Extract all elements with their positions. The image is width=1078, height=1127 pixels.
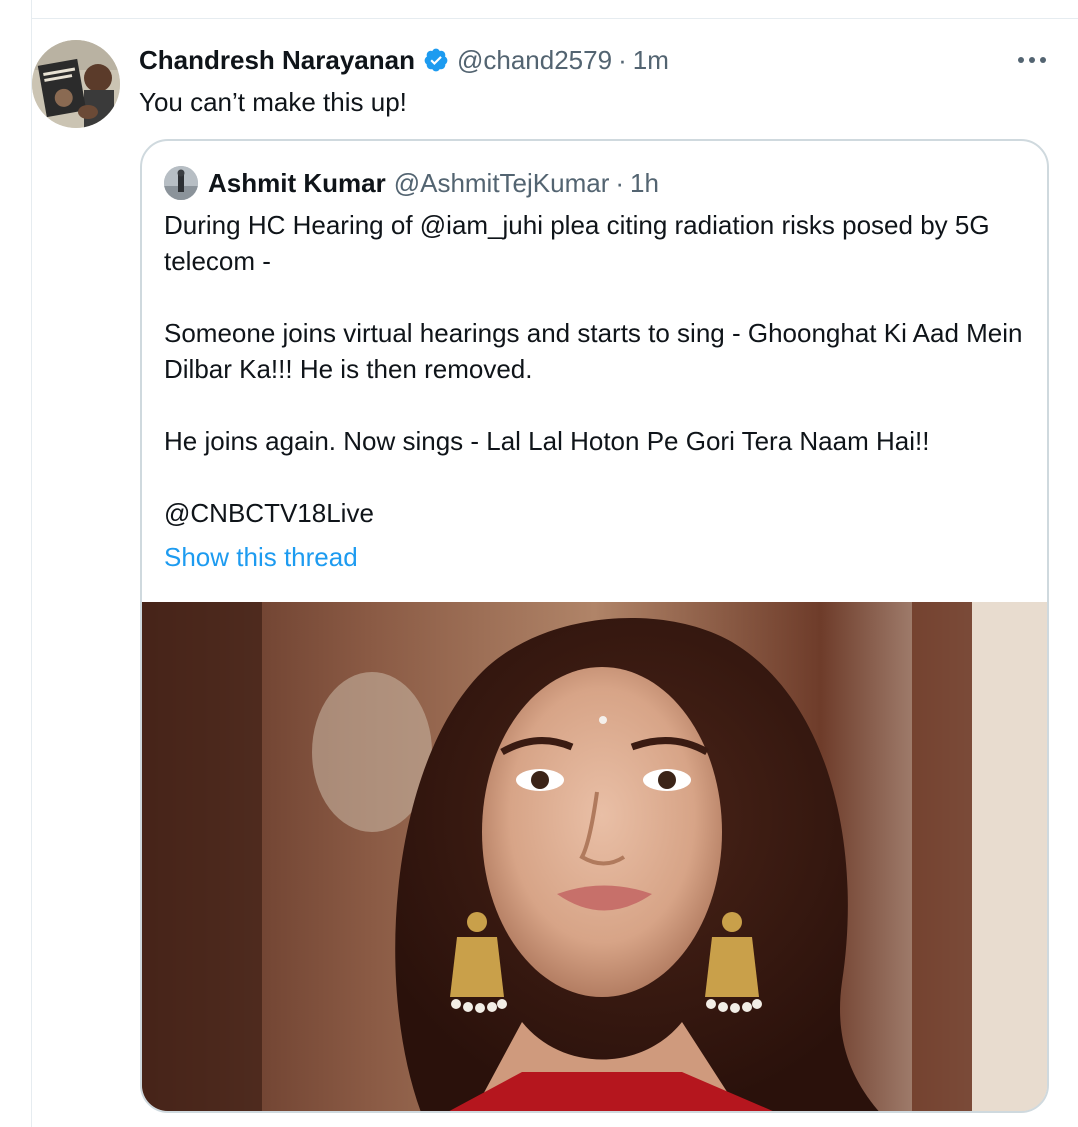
quoted-author-avatar bbox=[164, 166, 198, 200]
tweet-text: You can’t make this up! bbox=[139, 87, 407, 117]
author-name[interactable]: Chandresh Narayanan bbox=[139, 45, 415, 76]
quoted-tweet[interactable]: Ashmit Kumar @AshmitTejKumar · 1h During… bbox=[140, 139, 1049, 1113]
separator-dot: · bbox=[615, 167, 625, 198]
quoted-tweet-text: During HC Hearing of @iam_juhi plea citi… bbox=[164, 210, 1023, 528]
quoted-tweet-timestamp[interactable]: 1h bbox=[630, 168, 659, 199]
show-thread-link[interactable]: Show this thread bbox=[164, 539, 358, 575]
divider bbox=[31, 0, 32, 1127]
more-options-icon[interactable] bbox=[1014, 46, 1050, 74]
tweet-card: Chandresh Narayanan @chand2579 · 1m You … bbox=[0, 0, 1078, 1127]
author-handle[interactable]: @chand2579 bbox=[457, 45, 612, 76]
separator-dot: · bbox=[618, 44, 627, 75]
quoted-author-name[interactable]: Ashmit Kumar bbox=[208, 168, 386, 199]
author-avatar[interactable] bbox=[32, 40, 120, 128]
divider bbox=[32, 18, 1078, 19]
verified-badge-icon bbox=[423, 47, 449, 73]
author-avatar-image bbox=[32, 40, 120, 128]
tweet-header: Chandresh Narayanan @chand2579 · 1m bbox=[139, 44, 669, 76]
quoted-author-handle[interactable]: @AshmitTejKumar bbox=[394, 168, 610, 199]
tweet-timestamp[interactable]: 1m bbox=[633, 45, 669, 76]
quoted-tweet-header: Ashmit Kumar @AshmitTejKumar · 1h bbox=[164, 166, 659, 200]
quoted-tweet-media-image[interactable] bbox=[142, 602, 1047, 1111]
